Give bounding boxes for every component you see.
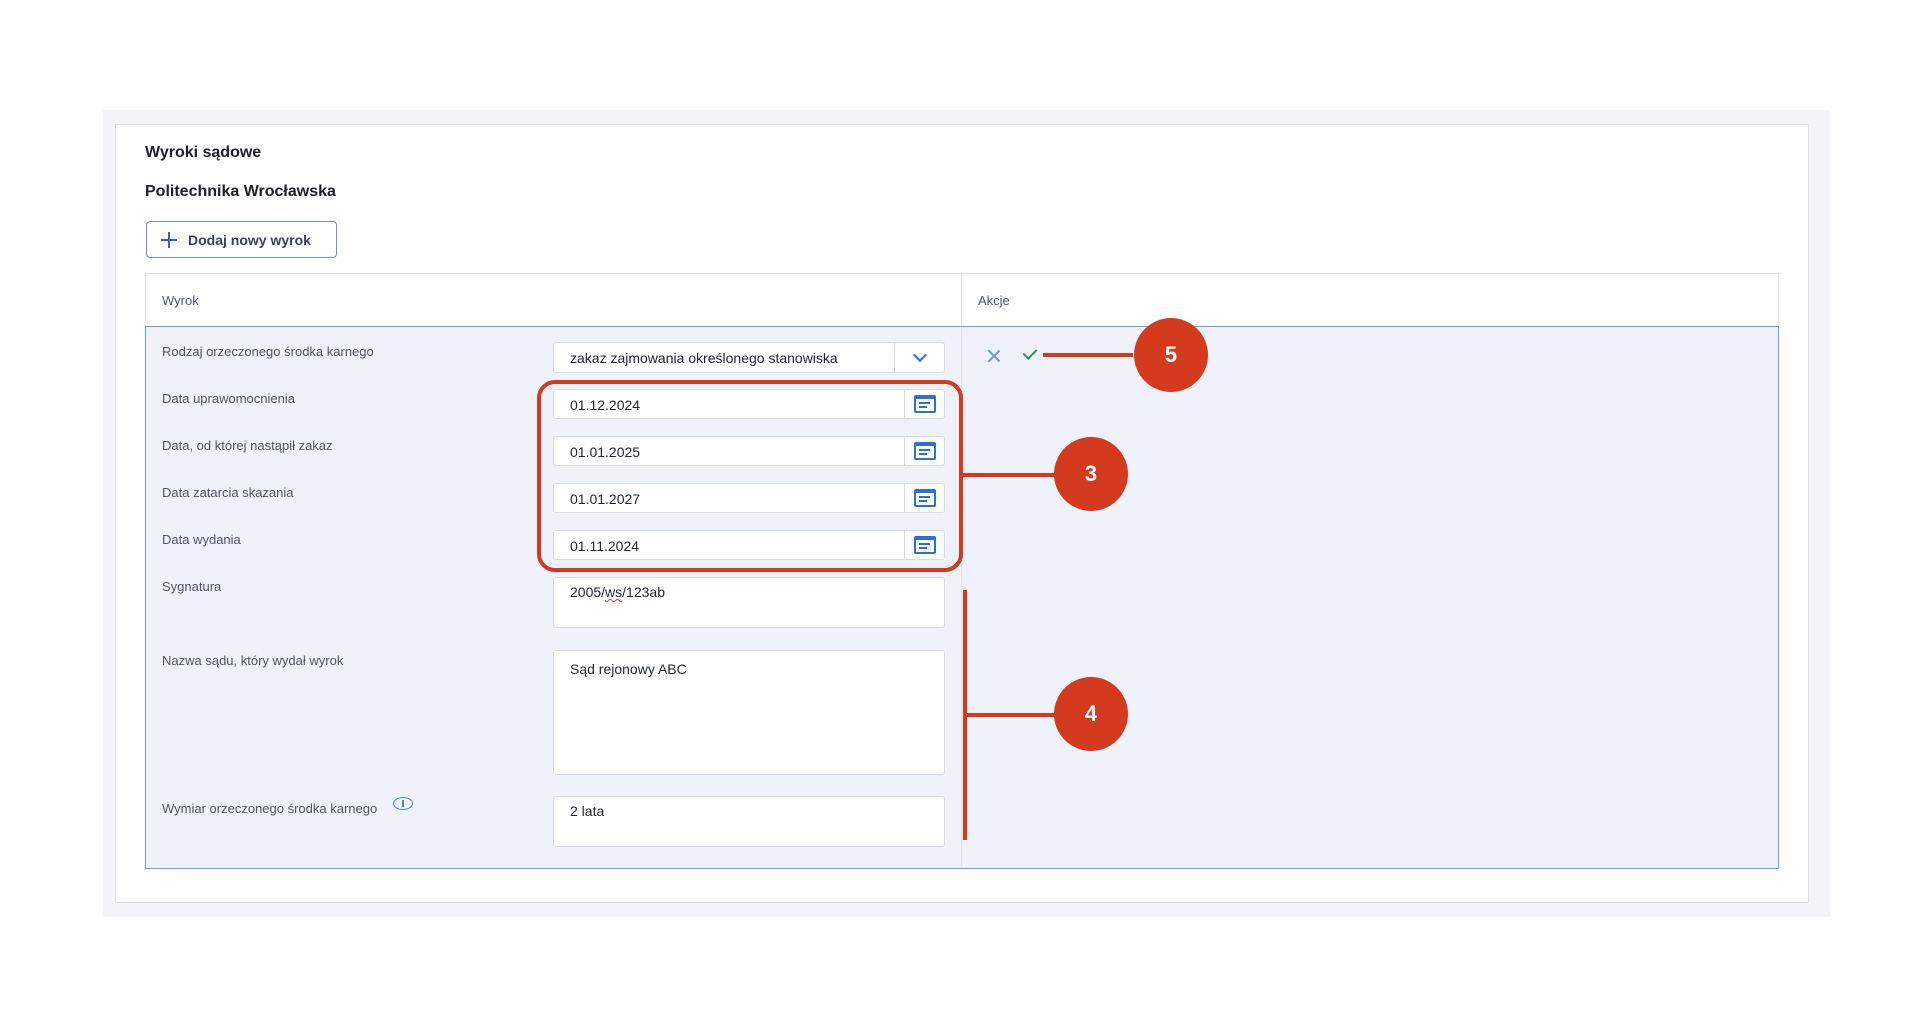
close-icon[interactable] (987, 349, 1001, 363)
label-wymiar: Wymiar orzeczonego środka karnego (162, 801, 378, 816)
rodzaj-select[interactable]: zakaz zajmowania określonego stanowiska (553, 342, 945, 373)
table-header: Wyrok Akcje (145, 273, 1779, 327)
label-rodzaj: Rodzaj orzeczonego środka karnego (162, 344, 374, 359)
label-data-zakazu: Data, od której nastąpił zakaz (162, 438, 333, 453)
label-nazwa-sadu: Nazwa sądu, który wydał wyrok (162, 653, 344, 668)
add-button-label: Dodaj nowy wyrok (188, 231, 311, 248)
annotation-badge-4: 4 (1054, 677, 1128, 751)
annotation-connector-5 (1043, 353, 1133, 357)
dropdown-button[interactable] (894, 343, 944, 372)
wymiar-value: 2 lata (570, 803, 605, 819)
chevron-down-icon (912, 347, 927, 363)
column-divider (961, 274, 962, 327)
info-icon[interactable] (393, 797, 413, 810)
sygnatura-value: 2005/ws/123ab (570, 584, 665, 600)
column-header-wyrok: Wyrok (162, 293, 199, 308)
plus-icon (161, 231, 177, 248)
rodzaj-value: zakaz zajmowania określonego stanowiska (570, 350, 838, 366)
annotation-badge-3: 3 (1054, 437, 1128, 511)
nazwa-sadu-value: Sąd rejonowy ABC (570, 661, 687, 677)
annotation-frame-dates (537, 380, 963, 572)
nazwa-sadu-textarea[interactable]: Sąd rejonowy ABC (553, 650, 945, 775)
add-new-verdict-button[interactable]: Dodaj nowy wyrok (146, 221, 337, 258)
annotation-connector-4 (963, 713, 1058, 717)
sygnatura-input[interactable]: 2005/ws/123ab (553, 577, 945, 628)
institution-name: Politechnika Wrocławska (145, 183, 336, 200)
section-title: Wyroki sądowe (145, 144, 262, 161)
wymiar-input[interactable]: 2 lata (553, 796, 945, 847)
annotation-connector-3 (963, 473, 1058, 477)
label-data-wydania: Data wydania (162, 532, 241, 547)
label-data-uprawomocnienia: Data uprawomocnienia (162, 391, 295, 406)
label-data-zatarcia: Data zatarcia skazania (162, 485, 294, 500)
annotation-badge-5: 5 (1134, 318, 1208, 392)
label-sygnatura: Sygnatura (162, 579, 222, 594)
column-header-akcje: Akcje (978, 293, 1010, 308)
